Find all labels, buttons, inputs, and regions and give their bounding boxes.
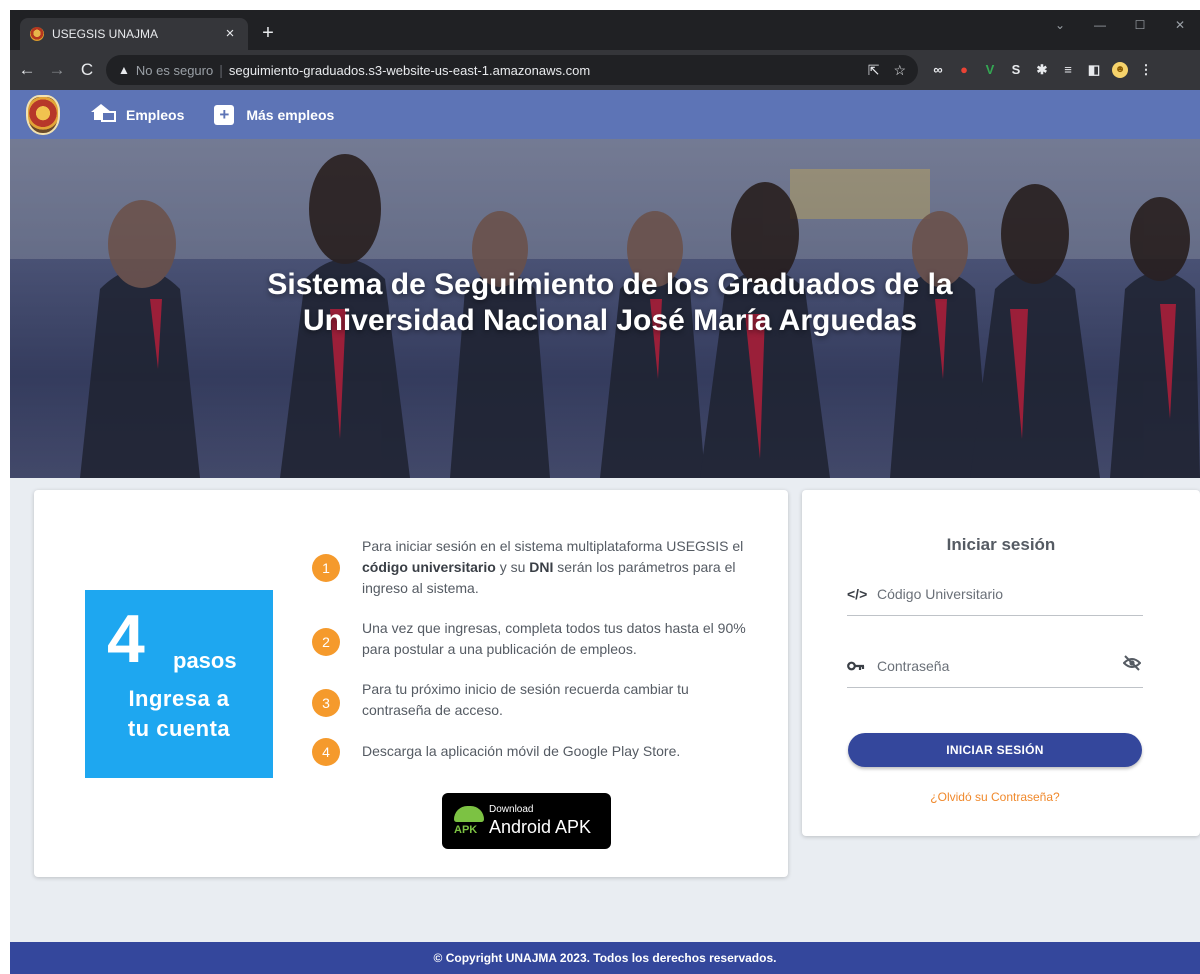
bookmark-star-icon[interactable]: ☆ [893, 62, 906, 79]
address-bar[interactable]: ▲ No es seguro | seguimiento-graduados.s… [106, 55, 918, 85]
codigo-field[interactable]: </> [847, 572, 1143, 616]
glasses-extension-icon[interactable]: ∞ [930, 62, 946, 78]
profile-avatar-icon[interactable]: ☻ [1112, 62, 1128, 78]
apk-download-label: Download [489, 804, 534, 815]
university-logo[interactable] [26, 94, 60, 135]
step-item-2: 2 Una vez que ingresas, completa todos t… [310, 618, 750, 660]
step-text: Para iniciar sesión en el sistema multip… [362, 538, 744, 554]
download-apk-button[interactable]: APK Download Android APK [442, 793, 611, 849]
android-robot-icon [454, 806, 484, 822]
address-separator: | [219, 62, 223, 78]
apk-android-label: Android APK [489, 817, 592, 837]
back-icon[interactable]: ← [14, 57, 40, 83]
login-title: Iniciar sesión [946, 535, 1056, 554]
warning-icon[interactable]: ▲ [118, 63, 130, 77]
login-card: Iniciar sesión </> INICIAR SESIÓN ¿Olvid… [802, 490, 1200, 836]
step-number-badge: 1 [312, 554, 340, 582]
menu-kebab-icon[interactable]: ⋮ [1138, 62, 1154, 78]
codigo-input[interactable] [877, 585, 1143, 602]
tab-close-icon[interactable]: × [222, 26, 238, 42]
step-item-1: 1 Para iniciar sesión en el sistema mult… [310, 536, 750, 599]
key-icon [847, 658, 877, 674]
step-item-4: 4 Descarga la aplicación móvil de Google… [310, 738, 681, 766]
reading-list-icon[interactable]: ≡ [1060, 62, 1076, 78]
step-bold-dni: DNI [529, 559, 554, 575]
browser-tab[interactable]: USEGSIS UNAJMA × [20, 18, 248, 50]
puzzle-extensions-icon[interactable]: ✱ [1034, 62, 1050, 78]
tab-strip: USEGSIS UNAJMA × + ⌄ — ☐ ✕ [10, 10, 1200, 50]
login-submit-button[interactable]: INICIAR SESIÓN [848, 733, 1142, 767]
hero-banner: Sistema de Seguimiento de los Graduados … [10, 139, 1200, 478]
step-item-3: 3 Para tu próximo inicio de sesión recue… [310, 679, 750, 721]
promo-banner: 4 pasos Ingresa a tu cuenta [85, 590, 273, 778]
promo-number: 4 [107, 601, 145, 677]
nav-empleos[interactable]: Empleos [90, 102, 184, 127]
extensions-bar: ∞ ● V S ✱ ≡ ◧ ☻ ⋮ [930, 62, 1154, 78]
promo-pasos: pasos [173, 648, 237, 673]
site-navbar: Empleos + Más empleos [10, 90, 1200, 139]
hero-title: Sistema de Seguimiento de los Graduados … [10, 267, 1200, 339]
nav-mas-empleos-label: Más empleos [246, 106, 335, 123]
tab-title: USEGSIS UNAJMA [52, 27, 159, 41]
nav-empleos-label: Empleos [126, 106, 185, 123]
reload-icon[interactable]: C [74, 57, 100, 83]
step-number-badge: 2 [312, 628, 340, 656]
step-number-badge: 4 [312, 738, 340, 766]
hero-title-line2: Universidad Nacional José María Arguedas [302, 304, 918, 337]
site-footer: © Copyright UNAJMA 2023. Todos los derec… [10, 942, 1200, 974]
window-controls: ⌄ — ☐ ✕ [1040, 10, 1200, 40]
maximize-icon[interactable]: ☐ [1120, 10, 1160, 40]
step-bold-codigo: código universitario [362, 559, 496, 575]
step-text: Una vez que ingresas, completa todos tus… [362, 620, 746, 657]
password-field[interactable] [847, 644, 1143, 688]
password-input[interactable] [877, 657, 1121, 674]
eye-off-icon[interactable] [1121, 654, 1143, 677]
nav-mas-empleos[interactable]: + Más empleos [214, 104, 335, 125]
forward-icon[interactable]: → [44, 57, 70, 83]
close-window-icon[interactable]: ✕ [1160, 10, 1200, 40]
step-number-badge: 3 [312, 689, 340, 717]
browser-window: USEGSIS UNAJMA × + ⌄ — ☐ ✕ ← → C ▲ No es… [10, 10, 1200, 974]
promo-line2: tu cuenta [127, 716, 231, 741]
share-icon[interactable]: ⇱ [868, 62, 880, 79]
side-panel-icon[interactable]: ◧ [1086, 62, 1102, 78]
code-icon: </> [847, 585, 868, 602]
minimize-icon[interactable]: — [1080, 10, 1120, 40]
security-status[interactable]: No es seguro [136, 63, 213, 78]
browser-toolbar: ← → C ▲ No es seguro | seguimiento-gradu… [10, 50, 1200, 90]
footer-copyright: © Copyright UNAJMA 2023. Todos los derec… [433, 951, 777, 965]
steps-card: 4 pasos Ingresa a tu cuenta 1 Para inici… [34, 490, 788, 877]
shield-extension-icon[interactable]: ● [956, 62, 972, 78]
step-text: Para tu próximo inicio de sesión recuerd… [362, 681, 689, 718]
url-text[interactable]: seguimiento-graduados.s3-website-us-east… [229, 63, 590, 78]
new-tab-button[interactable]: + [256, 22, 280, 46]
address-actions: ⇱ ☆ [868, 55, 906, 85]
promo-line1: Ingresa a [128, 686, 230, 711]
home-icon [90, 102, 116, 127]
tab-search-icon[interactable]: ⌄ [1040, 10, 1080, 40]
forgot-password-link[interactable]: ¿Olvidó su Contraseña? [802, 790, 1188, 804]
s-extension-icon[interactable]: S [1008, 62, 1024, 78]
step-text: y su [495, 559, 530, 575]
plus-icon: + [214, 104, 235, 125]
apk-badge: APK [454, 824, 478, 836]
site-favicon-icon [30, 27, 44, 41]
step-text: Descarga la aplicación móvil de Google P… [362, 743, 681, 759]
v-extension-icon[interactable]: V [982, 62, 998, 78]
hero-title-line1: Sistema de Seguimiento de los Graduados … [267, 268, 953, 301]
